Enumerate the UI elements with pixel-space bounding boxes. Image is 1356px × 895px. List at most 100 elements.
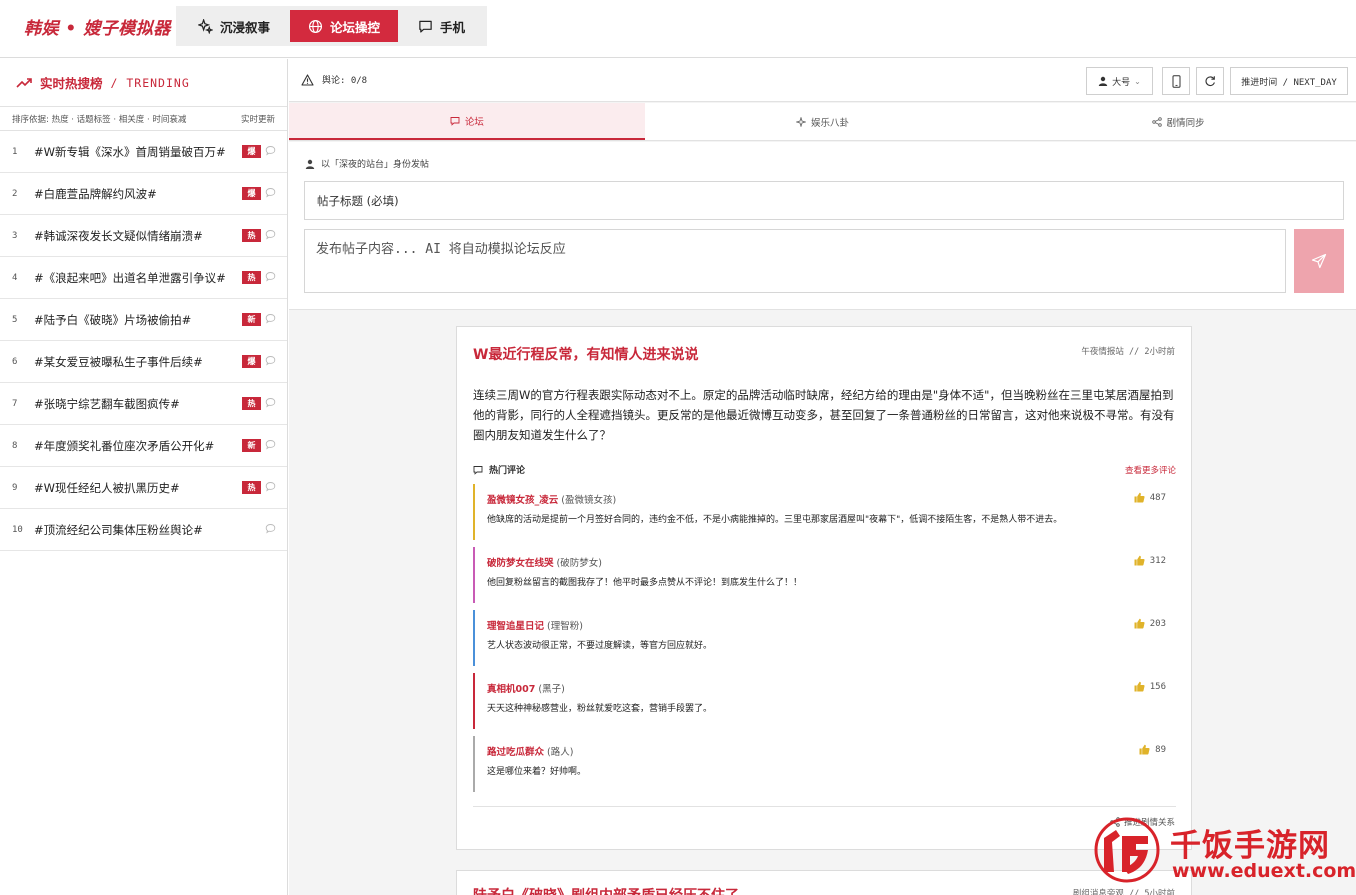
warning-icon bbox=[301, 73, 314, 86]
forum-post-card: W最近行程反常，有知情人进来说说 午夜情报站 // 2小时前 连续三周W的官方行… bbox=[456, 326, 1192, 850]
comment-nickname[interactable]: 路过吃瓜群众 bbox=[487, 747, 544, 758]
post-meta: 午夜情报站 // 2小时前 bbox=[1081, 347, 1175, 357]
share-icon bbox=[1151, 116, 1162, 127]
comment-icon[interactable] bbox=[265, 481, 276, 492]
tab-gossip[interactable]: 娱乐八卦 bbox=[645, 103, 1001, 140]
like-count: 156 bbox=[1149, 681, 1166, 692]
trending-item[interactable]: 6 #某女爱豆被曝私生子事件后续# 爆 bbox=[0, 341, 287, 383]
tab-forum[interactable]: 论坛 bbox=[289, 103, 645, 140]
like-button[interactable]: 203 bbox=[1134, 618, 1166, 629]
trending-item[interactable]: 5 #陆予白《破晓》片场被偷拍# 新 bbox=[0, 299, 287, 341]
comment-icon[interactable] bbox=[265, 145, 276, 156]
comment-icon[interactable] bbox=[265, 313, 276, 324]
post-title-input[interactable] bbox=[304, 181, 1344, 220]
trending-item[interactable]: 4 #《浪起来吧》出道名单泄露引争议# 热 bbox=[0, 257, 287, 299]
status-bar: 舆论: 0/8 大号 ⌄ 推进时间 / NEXT_DAY bbox=[289, 59, 1356, 102]
comment-icon[interactable] bbox=[265, 229, 276, 240]
comments-header: 热门评论 查看更多评论 bbox=[473, 463, 1176, 476]
trending-item[interactable]: 7 #张晓宁综艺翻车截图疯传# 热 bbox=[0, 383, 287, 425]
post-title[interactable]: W最近行程反常，有知情人进来说说 bbox=[473, 344, 698, 364]
trending-topic: #W新专辑《深水》首周销量破百万# bbox=[34, 144, 226, 159]
trending-title-en: / TRENDING bbox=[110, 75, 190, 90]
post-body: 连续三周W的官方行程表跟实际动态对不上。原定的品牌活动临时缺席，经纪方给的理由是… bbox=[473, 388, 1175, 442]
heat-badge: 爆 bbox=[242, 355, 261, 368]
trending-up-icon bbox=[16, 77, 32, 88]
app-brand: 韩娱 • 嫂子模拟器 bbox=[24, 19, 171, 39]
phone-button[interactable] bbox=[1162, 67, 1190, 95]
trending-item[interactable]: 3 #韩诚深夜发长文疑似情绪崩溃# 热 bbox=[0, 215, 287, 257]
trending-rank: 2 bbox=[12, 188, 18, 199]
tab-label: 剧情同步 bbox=[1166, 117, 1205, 129]
trending-topic: #年度颁奖礼番位座次矛盾公开化# bbox=[34, 438, 215, 453]
comment-fan-group: (理智粉) bbox=[547, 621, 583, 632]
tab-plot-sync[interactable]: 剧情同步 bbox=[1000, 103, 1356, 140]
card-divider bbox=[473, 806, 1176, 807]
advance-time-button[interactable]: 推进时间 / NEXT_DAY bbox=[1230, 67, 1348, 95]
post-composer: 以「深夜的站台」身份发帖 bbox=[289, 142, 1356, 310]
comment-text: 艺人状态波动很正常，不要过度解读，等官方回应就好。 bbox=[487, 641, 713, 651]
trending-title: 实时热搜榜 bbox=[40, 76, 103, 91]
trending-item[interactable]: 1 #W新专辑《深水》首周销量破百万# 爆 bbox=[0, 131, 287, 173]
sparkle-icon bbox=[198, 18, 213, 34]
comment-icon[interactable] bbox=[265, 439, 276, 450]
comment-nickname[interactable]: 盈微镜女孩_凌云 bbox=[487, 495, 558, 506]
like-button[interactable]: 312 bbox=[1134, 555, 1166, 566]
account-select[interactable]: 大号 ⌄ bbox=[1086, 67, 1153, 95]
mode-phone[interactable]: 手机 bbox=[400, 10, 483, 42]
trending-rank: 8 bbox=[12, 440, 18, 451]
forum-post-card-2: 陆予白《破晓》剧组内部矛盾已经压不住了 剧组消息旁观 // 5小时前 bbox=[456, 870, 1192, 895]
trending-topic: #韩诚深夜发长文疑似情绪崩溃# bbox=[34, 228, 203, 243]
more-comments-link[interactable]: 查看更多评论 bbox=[1125, 464, 1176, 476]
main-panel: 舆论: 0/8 大号 ⌄ 推进时间 / NEXT_DAY 论坛 娱乐八卦 剧情同… bbox=[289, 59, 1356, 895]
like-button[interactable]: 487 bbox=[1134, 492, 1166, 503]
mode-forum-control[interactable]: 论坛操控 bbox=[290, 10, 399, 42]
comment-item: 破防梦女在线哭 (破防梦女) 他回复粉丝留言的截图我存了！他平时最多点赞从不评论！… bbox=[473, 547, 1176, 603]
heat-badge: 新 bbox=[242, 313, 261, 326]
comment-icon[interactable] bbox=[265, 523, 276, 534]
trending-rank: 10 bbox=[12, 524, 23, 535]
trending-topic: #顶流经纪公司集体压粉丝舆论# bbox=[34, 522, 203, 537]
trending-item[interactable]: 10 #顶流经纪公司集体压粉丝舆论# bbox=[0, 509, 287, 551]
heat-badge: 爆 bbox=[242, 145, 261, 158]
watermark-cn: 千饭手游网 bbox=[1170, 828, 1330, 864]
comment-fan-group: (黑子) bbox=[538, 684, 565, 695]
comments-label: 热门评论 bbox=[489, 466, 526, 476]
comment-nickname[interactable]: 理智追星日记 bbox=[487, 621, 544, 632]
comment-icon bbox=[450, 116, 460, 126]
like-count: 203 bbox=[1149, 618, 1166, 629]
watermark-logo-icon bbox=[1094, 817, 1160, 883]
comment-icon[interactable] bbox=[265, 187, 276, 198]
refresh-button[interactable] bbox=[1196, 67, 1224, 95]
post-body-input[interactable] bbox=[304, 229, 1286, 293]
trending-rank: 3 bbox=[12, 230, 18, 241]
comment-nickname[interactable]: 破防梦女在线哭 bbox=[487, 558, 554, 569]
chevron-down-icon: ⌄ bbox=[1134, 76, 1141, 86]
comment-item: 路过吃瓜群众 (路人) 这是哪位来着？好帅啊。 89 bbox=[473, 736, 1176, 792]
trending-header: 实时热搜榜 / TRENDING bbox=[0, 59, 287, 107]
trending-topic: #W现任经纪人被扒黑历史# bbox=[34, 480, 180, 495]
like-count: 487 bbox=[1149, 492, 1166, 503]
comment-icon[interactable] bbox=[265, 271, 276, 282]
advance-label: 推进时间 / NEXT_DAY bbox=[1241, 77, 1337, 88]
comments-label-group: 热门评论 bbox=[473, 463, 525, 476]
realtime-label: 实时更新 bbox=[240, 114, 275, 125]
globe-icon bbox=[308, 19, 323, 33]
trending-item[interactable]: 8 #年度颁奖礼番位座次矛盾公开化# 新 bbox=[0, 425, 287, 467]
trending-rank: 7 bbox=[12, 398, 18, 409]
like-button[interactable]: 89 bbox=[1139, 744, 1166, 755]
comment-icon[interactable] bbox=[265, 355, 276, 366]
comment-icon bbox=[473, 465, 483, 475]
comment-fan-group: (路人) bbox=[547, 747, 574, 758]
comment-author: 破防梦女在线哭 (破防梦女) bbox=[487, 555, 602, 569]
like-button[interactable]: 156 bbox=[1134, 681, 1166, 692]
comment-icon[interactable] bbox=[265, 397, 276, 408]
mode-immersive-narrative[interactable]: 沉浸叙事 bbox=[180, 10, 288, 42]
trending-item[interactable]: 9 #W现任经纪人被扒黑历史# 热 bbox=[0, 467, 287, 509]
send-button[interactable] bbox=[1294, 229, 1344, 293]
post-title[interactable]: 陆予白《破晓》剧组内部矛盾已经压不住了 bbox=[473, 885, 739, 895]
heat-badge: 热 bbox=[242, 271, 261, 284]
comment-nickname[interactable]: 真相机007 bbox=[487, 684, 535, 695]
trending-item[interactable]: 2 #白鹿萱品牌解约风波# 爆 bbox=[0, 173, 287, 215]
trending-topic: #某女爱豆被曝私生子事件后续# bbox=[34, 354, 203, 369]
heat-badge: 热 bbox=[242, 229, 261, 242]
